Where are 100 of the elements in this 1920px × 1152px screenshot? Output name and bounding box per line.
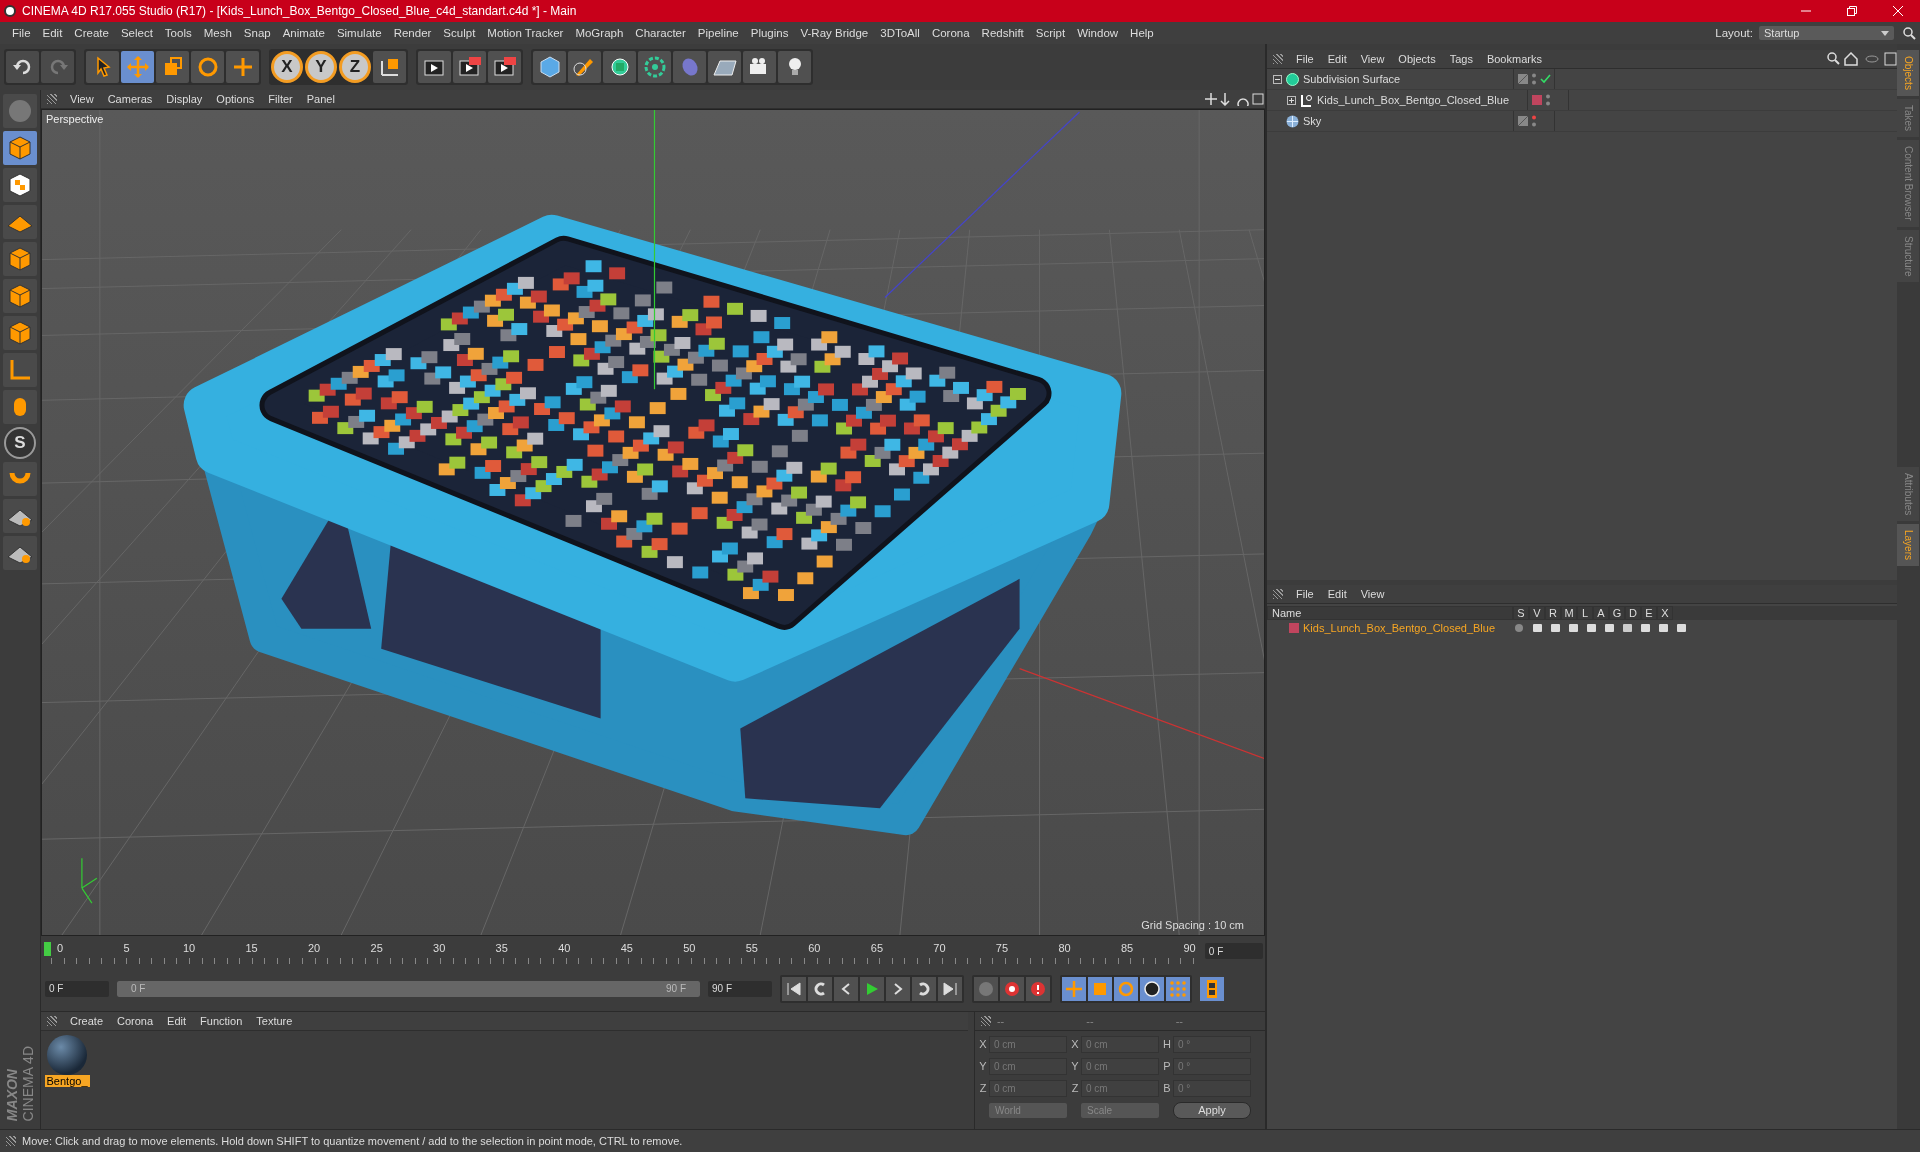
apply-button[interactable]: Apply — [1173, 1101, 1251, 1119]
record-button[interactable] — [1000, 976, 1024, 1001]
pointer-tool-button[interactable] — [86, 51, 119, 83]
column-header[interactable]: V — [1529, 606, 1545, 620]
pen-button[interactable] — [568, 51, 601, 83]
column-header[interactable]: D — [1625, 606, 1641, 620]
visibility-dots-icon[interactable] — [1545, 93, 1551, 107]
material-item[interactable]: Bentgo_ — [45, 1035, 89, 1087]
menu-item[interactable]: Sculpt — [437, 27, 482, 39]
cube-mode-button[interactable] — [3, 279, 37, 313]
menu-item[interactable]: Help — [1124, 27, 1160, 39]
checker-mode-button[interactable] — [3, 168, 37, 202]
side-tab[interactable]: Objects — [1897, 50, 1919, 96]
current-frame-field[interactable]: 0 F — [1204, 943, 1263, 959]
axis-lock-button[interactable]: Y — [305, 51, 337, 83]
layer-row[interactable]: Kids_Lunch_Box_Bentgo_Closed_Blue — [1267, 620, 1897, 636]
column-header[interactable]: M — [1561, 606, 1577, 620]
3d-viewport[interactable]: Perspective Grid Spacing : 10 cm — [41, 109, 1265, 936]
object-menu-item[interactable]: Edit — [1320, 53, 1354, 65]
column-header[interactable]: S — [1513, 606, 1529, 620]
menu-item[interactable]: Motion Tracker — [481, 27, 570, 39]
cube-button[interactable] — [533, 51, 566, 83]
object-menu-item[interactable]: Bookmarks — [1479, 53, 1549, 65]
nextkey-frame-button[interactable] — [912, 976, 936, 1001]
visibility-dots-icon[interactable] — [1531, 114, 1537, 128]
menu-item[interactable]: Redshift — [975, 27, 1030, 39]
menu-item[interactable]: File — [6, 27, 37, 39]
visibility-dots-icon[interactable] — [1531, 72, 1537, 86]
object-menu-item[interactable]: Objects — [1391, 53, 1443, 65]
render-button[interactable] — [453, 51, 486, 83]
column-header[interactable]: L — [1577, 606, 1593, 620]
menu-item[interactable]: Tools — [158, 27, 198, 39]
play-button[interactable] — [860, 976, 884, 1001]
search-icon[interactable] — [1902, 26, 1916, 40]
close-icon[interactable] — [1892, 5, 1904, 17]
menu-item[interactable]: Plugins — [744, 27, 795, 39]
material-menu-item[interactable]: Function — [193, 1015, 250, 1027]
layer-menu-item[interactable]: View — [1353, 588, 1392, 600]
camera-button[interactable] — [743, 51, 776, 83]
end-frame-field[interactable]: 90 F — [708, 980, 772, 997]
column-header[interactable]: E — [1641, 606, 1657, 620]
viewport-menu-item[interactable]: View — [63, 93, 101, 105]
help-button[interactable] — [1026, 976, 1050, 1001]
snap-button[interactable]: S — [4, 427, 36, 459]
object-row[interactable]: Subdivision Surface — [1267, 69, 1897, 90]
move-key-button[interactable] — [1062, 976, 1086, 1001]
menu-item[interactable]: Window — [1071, 27, 1125, 39]
side-tab[interactable]: Layers — [1897, 524, 1919, 566]
material-menu-item[interactable]: Create — [63, 1015, 111, 1027]
menu-item[interactable]: Animate — [276, 27, 331, 39]
points-key-button[interactable] — [1166, 976, 1190, 1001]
menu-item[interactable]: Pipeline — [691, 27, 745, 39]
column-header[interactable]: G — [1609, 606, 1625, 620]
cube-mode-button[interactable] — [3, 242, 37, 276]
prev-frame-button[interactable] — [834, 976, 858, 1001]
menu-item[interactable]: Render — [387, 27, 438, 39]
material-menu-item[interactable]: Texture — [249, 1015, 300, 1027]
object-menu-item[interactable]: Tags — [1442, 53, 1480, 65]
timeline-view-button[interactable] — [1200, 976, 1224, 1001]
magnet-mode-button[interactable] — [3, 462, 37, 496]
menu-item[interactable]: Mesh — [197, 27, 238, 39]
navigation-icons[interactable] — [1205, 92, 1265, 106]
render-button[interactable] — [488, 51, 521, 83]
menu-item[interactable]: Create — [68, 27, 115, 39]
menu-item[interactable]: Simulate — [330, 27, 388, 39]
menu-item[interactable]: Snap — [237, 27, 277, 39]
menu-item[interactable]: V-Ray Bridge — [794, 27, 875, 39]
checkmark-icon[interactable] — [1540, 74, 1551, 84]
menu-item[interactable]: Script — [1029, 27, 1072, 39]
object-row[interactable]: Sky — [1267, 111, 1897, 132]
layout-dropdown[interactable]: Startup — [1759, 26, 1894, 40]
material-menu-item[interactable]: Corona — [110, 1015, 161, 1027]
param-key-button[interactable] — [1140, 976, 1164, 1001]
column-header[interactable]: A — [1593, 606, 1609, 620]
object-menu-item[interactable]: View — [1353, 53, 1392, 65]
cube-mode-button[interactable] — [3, 316, 37, 350]
menu-item[interactable]: Edit — [36, 27, 69, 39]
column-header[interactable]: X — [1657, 606, 1673, 620]
column-header[interactable]: Name — [1267, 606, 1513, 620]
column-header[interactable]: R — [1545, 606, 1561, 620]
viewport-menu-item[interactable]: Panel — [299, 93, 342, 105]
bulb-button[interactable] — [778, 51, 811, 83]
layer-menu-item[interactable]: Edit — [1320, 588, 1354, 600]
undo-button[interactable] — [6, 51, 39, 83]
scale-tool-button[interactable] — [156, 51, 189, 83]
coordinate-system-button[interactable] — [373, 51, 406, 83]
first-frame-button[interactable] — [782, 976, 806, 1001]
object-menu-item[interactable]: File — [1289, 53, 1321, 65]
axis-lock-button[interactable]: Z — [339, 51, 371, 83]
search-icon[interactable] — [1827, 52, 1897, 66]
menu-item[interactable]: Select — [114, 27, 159, 39]
cross-tool-button[interactable] — [226, 51, 259, 83]
viewport-menu-item[interactable]: Options — [209, 93, 262, 105]
rotate-tool-button[interactable] — [191, 51, 224, 83]
viewport-menu-item[interactable]: Filter — [261, 93, 300, 105]
restore-icon[interactable] — [1846, 5, 1858, 17]
axis-lock-button[interactable]: X — [271, 51, 303, 83]
plane-mode-button[interactable] — [3, 205, 37, 239]
material-menu-item[interactable]: Edit — [160, 1015, 194, 1027]
grid-button[interactable] — [708, 51, 741, 83]
